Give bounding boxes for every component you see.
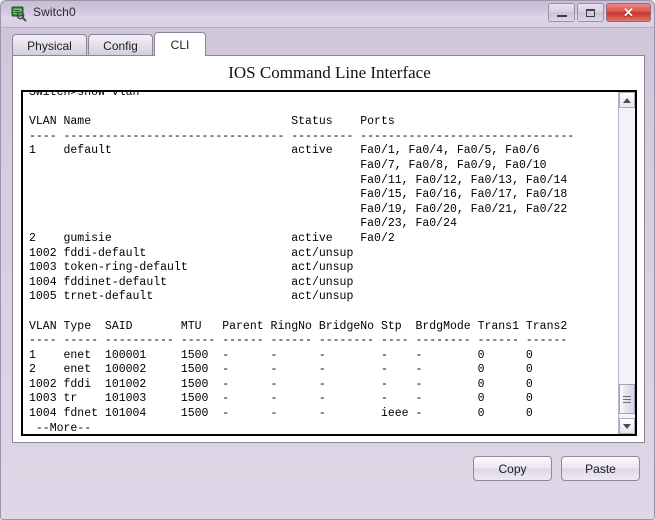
scroll-up-icon <box>623 97 631 103</box>
tab-config-label: Config <box>103 38 138 53</box>
paste-button-label: Paste <box>585 461 616 476</box>
minimize-button[interactable] <box>548 3 575 22</box>
copy-button[interactable]: Copy <box>473 456 552 481</box>
tab-cli[interactable]: CLI <box>154 32 206 56</box>
window-title: Switch0 <box>33 5 76 19</box>
tab-cli-label: CLI <box>170 37 190 52</box>
close-button[interactable]: ✕ <box>606 3 651 22</box>
minimize-icon <box>556 14 567 17</box>
scroll-down-icon <box>623 423 631 429</box>
paste-button[interactable]: Paste <box>561 456 640 481</box>
tab-config[interactable]: Config <box>88 34 153 56</box>
scrollbar-track[interactable] <box>619 108 635 418</box>
tab-strip: Physical Config CLI <box>12 32 645 56</box>
scroll-down-button[interactable] <box>619 418 635 434</box>
terminal-scrollbar[interactable] <box>618 92 635 434</box>
footer-button-group: Copy Paste <box>473 456 640 481</box>
terminal-container: Switch>show vlan VLAN Name Status Ports … <box>21 90 637 436</box>
tab-physical[interactable]: Physical <box>12 34 87 56</box>
grip-icon <box>623 394 631 405</box>
title-bar: Switch0 ✕ <box>1 1 654 28</box>
cli-panel: IOS Command Line Interface Switch>show v… <box>12 55 645 443</box>
scrollbar-thumb[interactable] <box>619 384 635 414</box>
switch-cli-window: Switch0 ✕ Physical Config CLI IOS Comman… <box>0 0 655 520</box>
panel-heading: IOS Command Line Interface <box>228 63 431 82</box>
maximize-icon <box>586 8 595 17</box>
terminal-text: Switch>show vlan VLAN Name Status Ports … <box>29 92 575 434</box>
copy-button-label: Copy <box>498 461 527 476</box>
tab-physical-label: Physical <box>27 38 72 53</box>
close-icon: ✕ <box>623 5 634 20</box>
terminal-output[interactable]: Switch>show vlan VLAN Name Status Ports … <box>23 92 620 434</box>
scroll-up-button[interactable] <box>619 92 635 108</box>
switch-device-icon <box>11 6 27 22</box>
maximize-button[interactable] <box>577 3 604 22</box>
window-controls: ✕ <box>548 3 651 22</box>
